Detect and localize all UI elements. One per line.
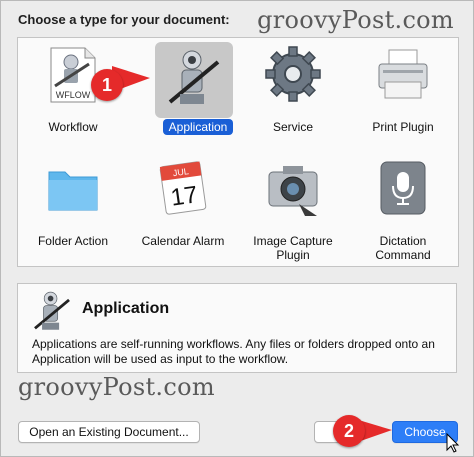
type-label: Service [272, 120, 313, 134]
watermark-bottom: groovyPost.com [18, 373, 215, 401]
type-label: Folder Action [37, 234, 109, 248]
callout-1: 1 [91, 69, 123, 101]
type-label: Workflow [48, 120, 98, 134]
type-print-plugin[interactable]: Print Plugin [348, 38, 458, 148]
type-label: Image Capture Plugin [253, 234, 333, 262]
type-label: Calendar Alarm [141, 234, 225, 248]
calendar-day: 17 [169, 181, 199, 211]
description-text: Applications are self-running workflows.… [32, 337, 435, 366]
watermark-top: groovyPost.com [257, 6, 454, 34]
gear-icon [265, 46, 321, 102]
callout-2: 2 [333, 415, 365, 447]
camera-icon [268, 166, 318, 216]
type-calendar-alarm[interactable]: JUL 17 Calendar Alarm [128, 152, 238, 262]
workflow-badge: WFLOW [56, 90, 91, 100]
type-image-capture-plugin[interactable]: Image Capture Plugin [238, 152, 348, 262]
folder-icon [48, 171, 98, 211]
description-title: Application [82, 300, 170, 317]
type-label: Dictation Command [375, 234, 431, 262]
automator-robot-icon [34, 291, 70, 330]
type-dictation-command[interactable]: Dictation Command [348, 152, 458, 262]
automator-robot-icon [168, 50, 220, 104]
microphone-icon [380, 161, 426, 215]
description-panel: Application Applications are self-runnin… [17, 283, 457, 373]
prompt-heading: Choose a type for your document: [18, 12, 230, 27]
type-service[interactable]: Service [238, 38, 348, 148]
printer-icon [378, 49, 428, 99]
type-label: Print Plugin [372, 120, 434, 134]
type-label: Application [143, 119, 253, 135]
calendar-icon: JUL 17 [159, 161, 207, 215]
document-type-grid: WFLOW Workflow Application Service Print… [17, 37, 459, 267]
workflow-document-icon: WFLOW [50, 47, 96, 103]
open-existing-document-button[interactable]: Open an Existing Document... [18, 421, 200, 443]
type-folder-action[interactable]: Folder Action [18, 152, 128, 262]
pointer-cursor-icon [446, 432, 460, 453]
